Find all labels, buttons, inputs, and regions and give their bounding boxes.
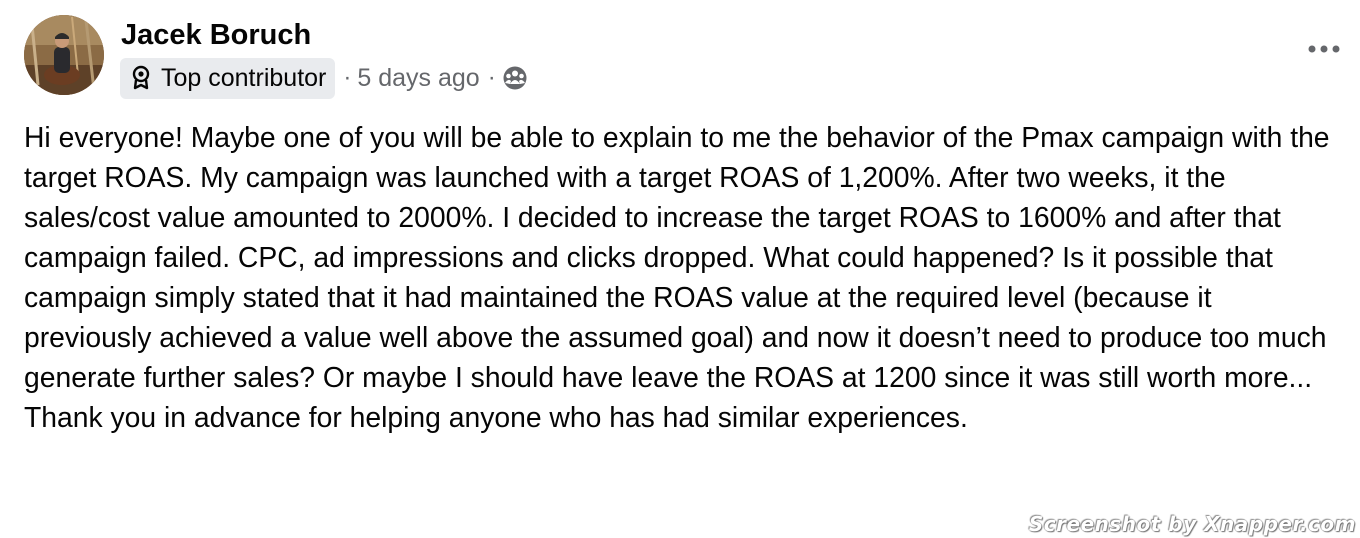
group-audience-icon[interactable] [502, 65, 528, 91]
meta-separator: · [343, 64, 352, 91]
contributor-badge-icon [130, 65, 152, 91]
watermark: Screenshot by Xnapper.com [1028, 512, 1356, 536]
post-body-text: Hi everyone! Maybe one of you will be ab… [24, 121, 1330, 433]
badge-label: Top contributor [161, 63, 327, 92]
more-options-button[interactable] [1304, 34, 1344, 64]
author-avatar[interactable] [24, 15, 104, 95]
more-options-icon [1308, 40, 1340, 58]
author-name[interactable]: Jacek Boruch [121, 17, 311, 53]
post-meta: Top contributor · 5 days ago · [120, 57, 528, 99]
post-timestamp[interactable]: 5 days ago [357, 64, 479, 93]
meta-separator: · [487, 64, 496, 91]
post-card: Jacek Boruch Top contributor · 5 days ag… [0, 0, 1360, 538]
profile-photo [24, 15, 104, 95]
top-contributor-badge[interactable]: Top contributor [120, 57, 336, 99]
